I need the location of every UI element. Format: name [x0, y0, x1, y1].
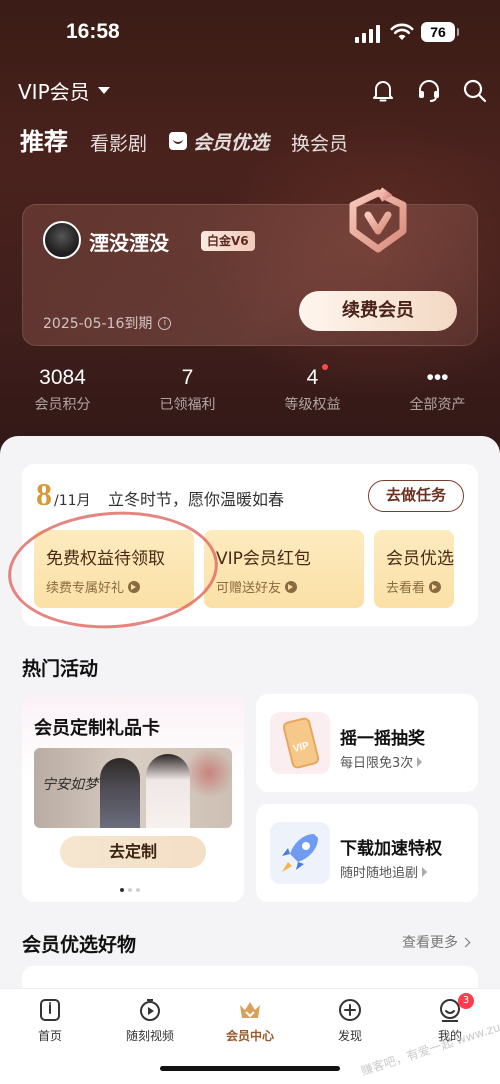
hot-activities-title: 热门活动 — [22, 658, 99, 680]
crown-icon — [240, 1002, 260, 1018]
benefit-sub-text: 可赠送好友 — [216, 581, 282, 596]
vip-phone-icon: VIP — [270, 712, 330, 774]
shake-lottery-sub: 每日限免3次 — [340, 752, 423, 771]
stat-points[interactable]: 3084 会员积分 — [0, 366, 125, 414]
triangle-right-icon — [417, 756, 423, 767]
cellular-signal-icon — [355, 25, 381, 43]
tab-recommend[interactable]: 推荐 — [20, 122, 68, 157]
chevron-right-icon — [460, 937, 471, 947]
gift-card-promo[interactable]: 会员定制礼品卡 宁安如梦 去定制 — [22, 694, 244, 902]
view-more-label: 查看更多 — [402, 935, 458, 951]
stat-claimed[interactable]: 7 已领福利 — [125, 366, 250, 414]
wifi-icon — [390, 23, 414, 40]
more-dots-icon: ••• — [426, 366, 449, 389]
headset-icon[interactable] — [416, 78, 442, 104]
poster-caption: 宁安如梦 — [42, 777, 98, 793]
shake-lottery-card[interactable]: VIP 摇一摇抽奖 每日限免3次 — [256, 694, 478, 792]
benefit-sub: 去看看 — [386, 577, 454, 596]
notification-dot — [322, 364, 328, 370]
benefit-member-select[interactable]: 会员优选 去看看 — [374, 530, 454, 608]
expire-date[interactable]: 2025-05-16到期 i — [43, 313, 172, 333]
battery-icon: 76 — [421, 22, 459, 42]
stat-level-rights-value: 4 — [306, 366, 319, 389]
username: 湮没湮没 — [89, 231, 169, 255]
tabbar-home-label: 首页 — [37, 1029, 62, 1043]
vip-dropdown-label: VIP会员 — [18, 80, 90, 104]
stat-points-label: 会员积分 — [34, 397, 91, 413]
stat-all-assets-label: 全部资产 — [409, 397, 466, 413]
expire-date-text: 2025-05-16到期 — [43, 316, 153, 332]
vip-dropdown[interactable]: VIP会员 — [18, 76, 110, 105]
benefit-red-packet[interactable]: VIP会员红包 可赠送好友 — [204, 530, 364, 608]
vip-shield-logo-icon — [349, 187, 407, 253]
caret-down-icon — [97, 87, 110, 94]
greeting-text: 立冬时节，愿你温暖如春 — [108, 490, 285, 509]
member-stats: 3084 会员积分 7 已领福利 4 等级权益 ••• 全部资产 — [0, 364, 500, 414]
stopwatch-play-icon — [140, 999, 160, 1021]
notification-badge: 3 — [458, 993, 474, 1009]
tabbar-member-center[interactable]: 会员中心 — [210, 997, 290, 1044]
bell-icon[interactable] — [370, 78, 396, 104]
gift-card-title: 会员定制礼品卡 — [34, 718, 160, 739]
download-boost-sub-text: 随时随地追剧 — [340, 866, 419, 881]
shopping-bag-icon — [169, 132, 188, 150]
tabbar-videos-label: 随刻视频 — [125, 1029, 174, 1043]
content-tabs: 推荐 看影剧 会员优选 换会员 — [20, 122, 348, 157]
tabbar-discover-label: 发现 — [337, 1029, 362, 1043]
benefit-sub-text: 去看看 — [386, 581, 426, 596]
renew-member-button[interactable]: 续费会员 — [299, 291, 457, 331]
tab-member-select[interactable]: 会员优选 — [169, 128, 269, 155]
info-icon: i — [158, 316, 172, 330]
arrow-right-icon — [429, 580, 442, 593]
status-time: 16:58 — [66, 20, 120, 43]
view-more-link[interactable]: 查看更多 — [402, 932, 471, 952]
stat-all-assets[interactable]: ••• 全部资产 — [375, 366, 500, 414]
carousel-dots — [120, 888, 140, 892]
avatar[interactable] — [43, 221, 81, 259]
goods-title: 会员优选好物 — [22, 934, 137, 956]
level-badge: 白金V6 — [201, 231, 255, 251]
rocket-icon — [270, 822, 330, 884]
download-boost-card[interactable]: 下载加速特权 随时随地追剧 — [256, 804, 478, 902]
date-month: /11月 — [54, 493, 91, 509]
benefit-sub: 可赠送好友 — [216, 577, 364, 596]
shake-lottery-title: 摇一摇抽奖 — [340, 729, 425, 749]
customize-button[interactable]: 去定制 — [60, 836, 206, 868]
top-nav: VIP会员 — [18, 76, 488, 108]
tabbar-discover[interactable]: 发现 — [310, 997, 390, 1044]
home-icon — [40, 999, 60, 1021]
tab-watch-shows[interactable]: 看影剧 — [90, 129, 147, 156]
stat-claimed-value: 7 — [181, 366, 194, 389]
download-boost-title: 下载加速特权 — [340, 839, 442, 859]
drama-poster-image: 宁安如梦 — [34, 748, 232, 828]
stat-points-value: 3084 — [39, 366, 86, 389]
triangle-right-icon — [422, 866, 428, 877]
tabbar-home[interactable]: 首页 — [10, 997, 90, 1044]
stat-level-rights[interactable]: 4 等级权益 — [250, 364, 375, 414]
download-boost-sub: 随时随地追剧 — [340, 862, 428, 881]
stat-claimed-label: 已领福利 — [159, 397, 216, 413]
tab-member-select-label: 会员优选 — [193, 131, 270, 154]
do-task-button[interactable]: 去做任务 — [368, 480, 464, 512]
search-icon[interactable] — [462, 78, 488, 104]
date-display: 8 /11月 — [36, 476, 91, 513]
tabbar-videos[interactable]: 随刻视频 — [110, 997, 190, 1044]
arrow-right-icon — [285, 580, 298, 593]
benefit-title: VIP会员红包 — [216, 549, 311, 569]
benefit-title: 会员优选 — [386, 549, 454, 569]
status-bar: 16:58 76 — [0, 0, 500, 64]
date-day: 8 — [36, 476, 52, 512]
member-card: 湮没湮没 白金V6 2025-05-16到期 i 续费会员 — [22, 187, 478, 346]
shake-lottery-sub-text: 每日限免3次 — [340, 756, 414, 771]
tabbar-member-center-label: 会员中心 — [225, 1029, 274, 1043]
tab-switch-member[interactable]: 换会员 — [291, 129, 348, 156]
home-indicator — [160, 1066, 340, 1071]
stat-level-rights-label: 等级权益 — [284, 397, 341, 413]
plus-circle-icon — [339, 999, 361, 1021]
